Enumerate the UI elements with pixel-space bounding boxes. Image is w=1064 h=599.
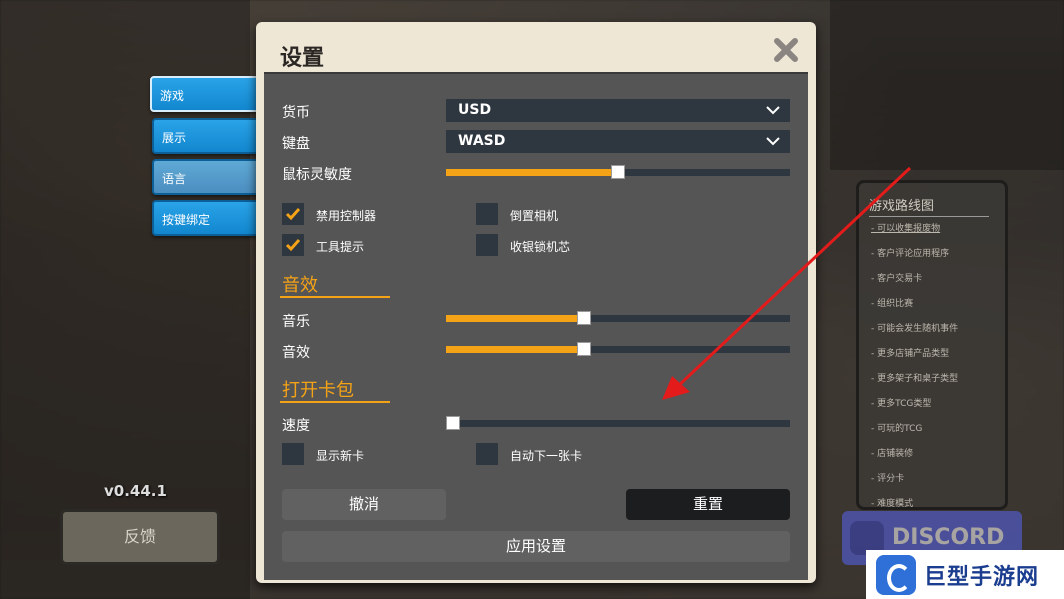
watermark-logo: 巨型手游网: [866, 550, 1064, 599]
watermark-icon: [876, 554, 916, 595]
watermark-text: 巨型手游网: [924, 564, 1040, 590]
annotation-arrow: [662, 166, 912, 400]
